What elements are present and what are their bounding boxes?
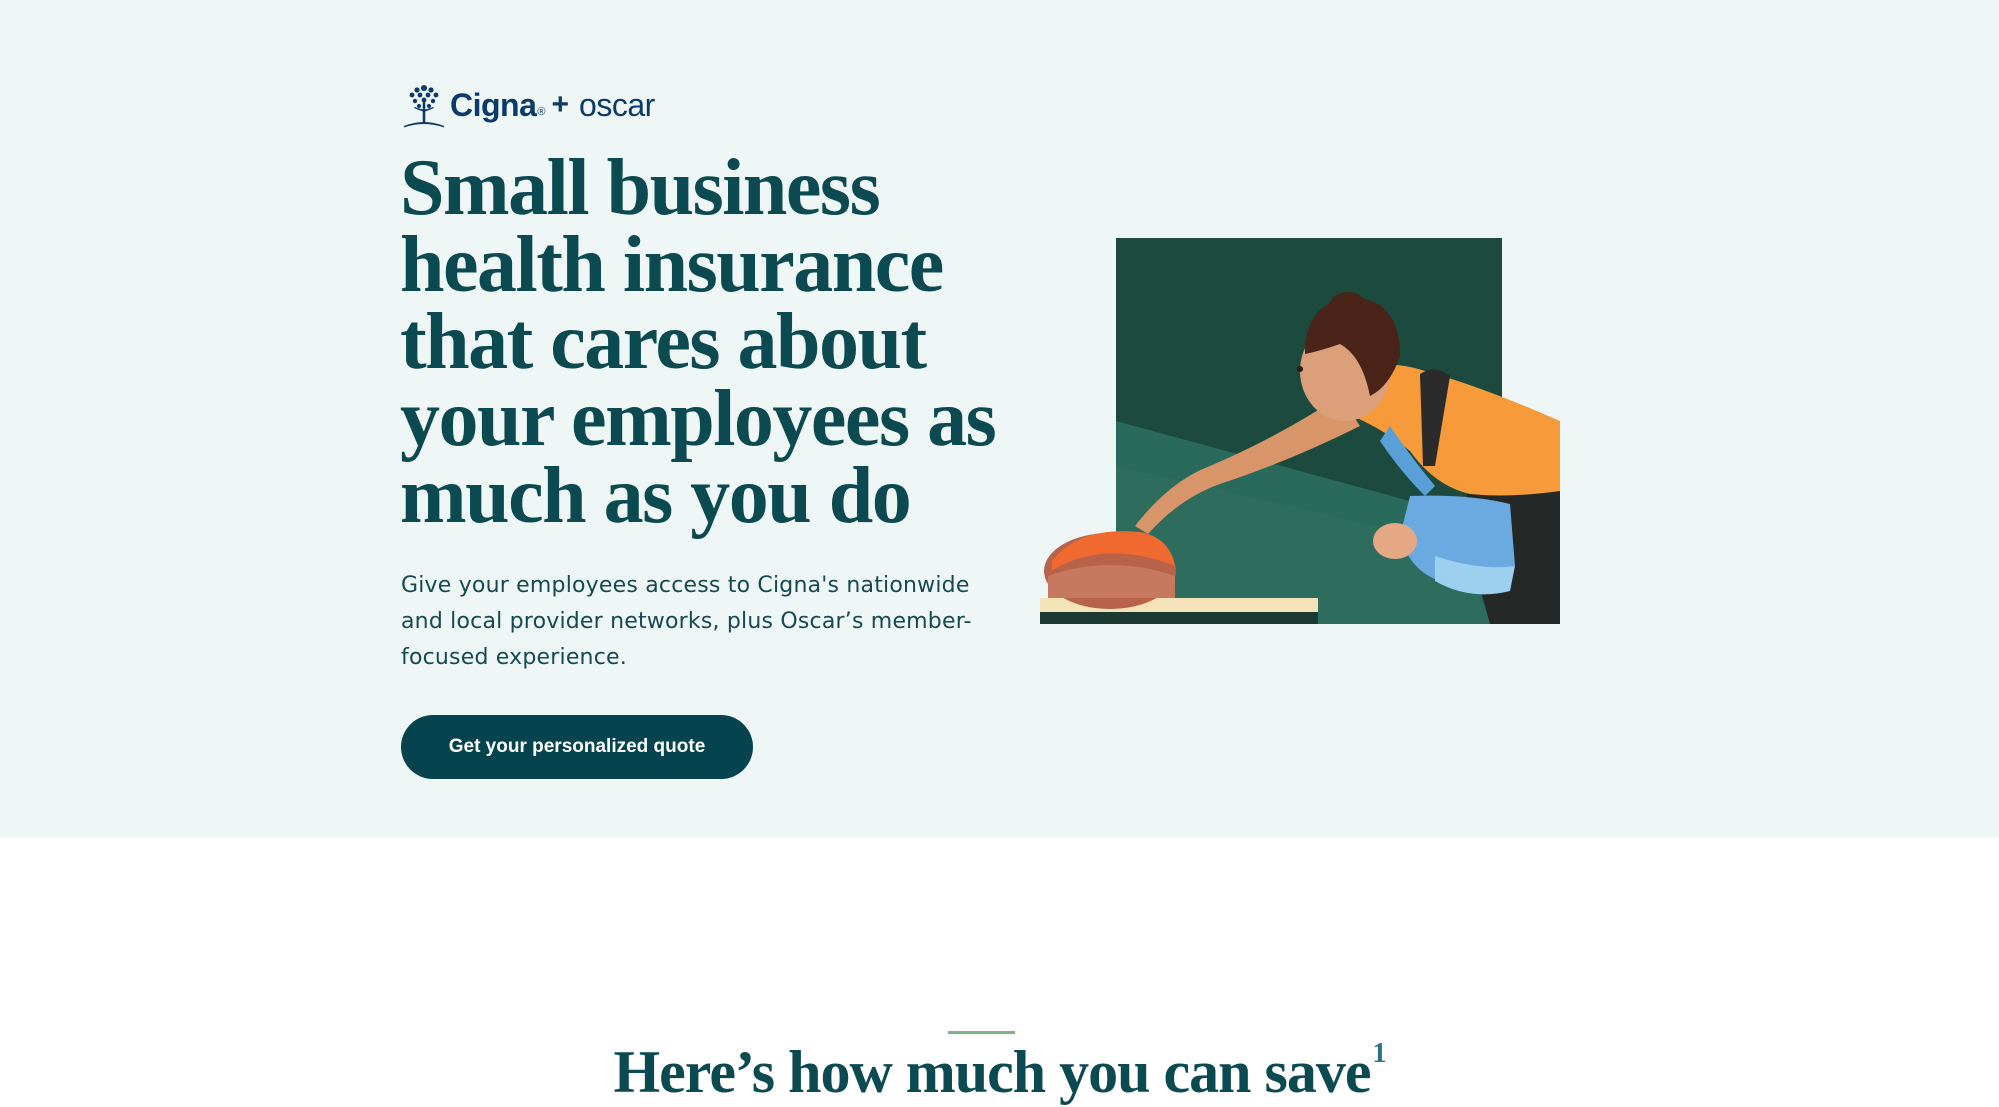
footnote-marker[interactable]: 1 xyxy=(1372,1038,1386,1069)
savings-title-text: Here’s how much you can save xyxy=(613,1039,1372,1105)
cigna-oscar-logo[interactable]: Cigna ® + oscar xyxy=(400,80,655,130)
baker-illustration xyxy=(1040,238,1560,624)
get-quote-button[interactable]: Get your personalized quote xyxy=(401,715,753,779)
cigna-wordmark: Cigna xyxy=(450,86,537,123)
hero-section: Cigna ® + oscar Small business health in… xyxy=(0,0,1999,837)
hero-subtext: Give your employees access to Cigna's na… xyxy=(401,573,972,670)
savings-section-title: Here’s how much you can save1 xyxy=(0,1038,1999,1107)
oscar-wordmark: oscar xyxy=(579,86,655,123)
logo-plus: + xyxy=(551,88,570,121)
registered-mark: ® xyxy=(537,106,546,118)
section-divider xyxy=(948,1031,1015,1034)
hero-headline: Small business health insurance that car… xyxy=(400,144,997,540)
tree-icon xyxy=(404,85,444,128)
